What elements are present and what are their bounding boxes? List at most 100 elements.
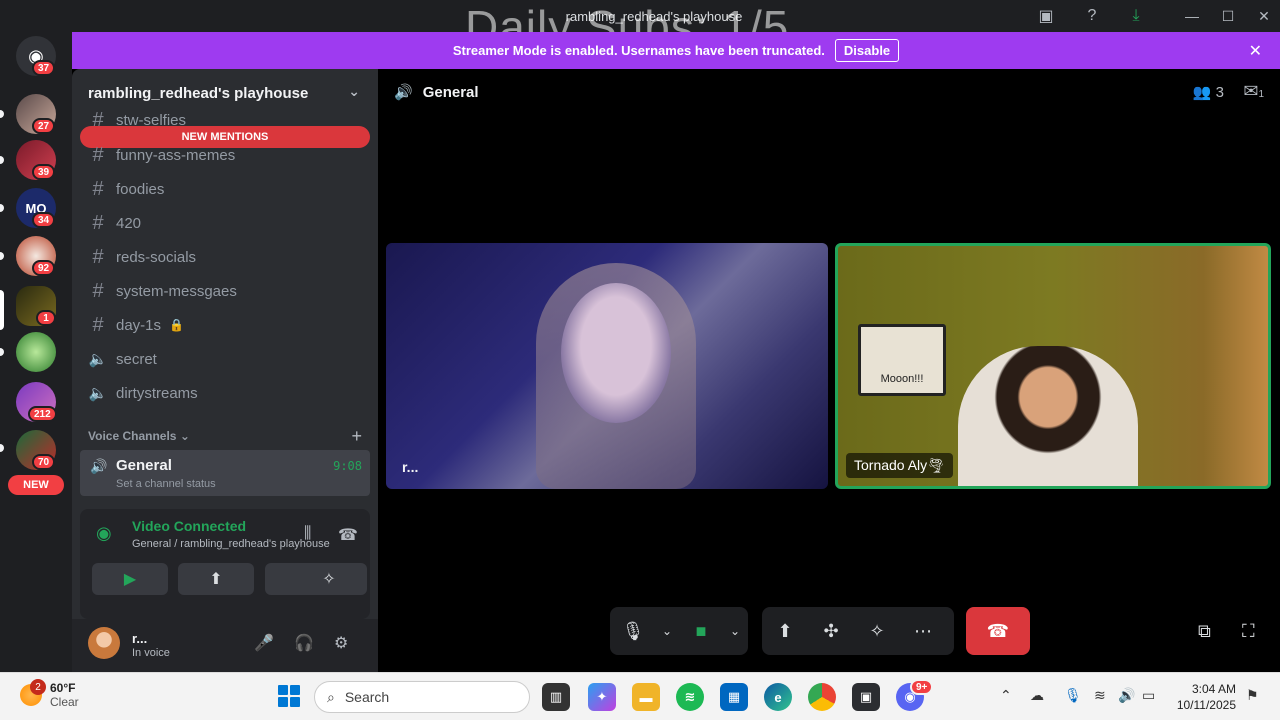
channel-name: day-1s [116, 316, 162, 334]
hash-icon: # [92, 313, 104, 336]
hang-up-button[interactable]: ☎ [966, 607, 1030, 655]
fullscreen-icon[interactable]: ⛶ [1242, 621, 1255, 642]
channel-item[interactable]: # system-messgaes [88, 276, 236, 306]
video-frame [561, 283, 671, 423]
title-bar: rambling_redhead's playhouse Daily Subs:… [0, 0, 1280, 53]
close-window-button[interactable]: ✕ [1249, 4, 1279, 28]
screen-share-button[interactable]: ⬆ [762, 608, 808, 654]
taskbar: 60°F Clear 2 ⌕ Search ▥ ✦ ▬ ≋ ▦ e ▣ ◉ 9+… [0, 672, 1280, 720]
battery-icon[interactable]: ▭ [1142, 687, 1155, 704]
chevron-up-icon[interactable]: ⌃ [1000, 687, 1012, 704]
screen-share-button[interactable]: ⬆ [178, 563, 254, 595]
add-channel-icon[interactable]: + [351, 426, 362, 447]
inbox-icon[interactable]: ✉1 [1243, 81, 1264, 102]
start-button[interactable] [278, 685, 300, 707]
channel-item[interactable]: # day-1s 🔒 [88, 310, 184, 340]
close-banner-icon[interactable]: ✕ [1249, 41, 1262, 61]
category-label: Voice Channels [88, 429, 177, 443]
connection-location[interactable]: General / rambling_redhead's playhouse [132, 538, 330, 550]
task-view-icon[interactable]: ▥ [542, 683, 570, 711]
activities-button[interactable]: ✣ [808, 608, 854, 654]
hash-icon: # [92, 279, 104, 302]
voice-connection-panel: ◉ Video Connected General / rambling_red… [80, 509, 370, 619]
copilot-icon[interactable]: ✦ [588, 683, 616, 711]
clock[interactable]: 3:04 AM 10/11/2025 [1177, 681, 1236, 713]
channel-item[interactable]: 🔈 secret [88, 344, 157, 374]
store-icon[interactable]: ▦ [720, 683, 748, 711]
onedrive-icon[interactable]: ☁ [1030, 687, 1044, 704]
camera-button[interactable]: ■ [678, 608, 724, 654]
speaker-icon: 🔈 [88, 385, 108, 402]
microphone-icon[interactable]: 🎤 [254, 633, 274, 653]
channel-status-prompt[interactable]: Set a channel status [116, 478, 216, 490]
channel-item[interactable]: # 420 [88, 208, 141, 238]
channel-item[interactable]: 🔈 dirtystreams [88, 378, 198, 408]
stream-preview-icon[interactable]: ▣ [1036, 6, 1056, 26]
voice-channel-general[interactable]: 🔊 General Set a channel status 9:08 [80, 450, 370, 496]
unread-pill [0, 156, 4, 164]
spotify-icon[interactable]: ≋ [676, 683, 704, 711]
disconnect-icon[interactable]: ☎ [338, 525, 358, 545]
edge-icon[interactable]: e [764, 683, 792, 711]
avatar[interactable] [88, 627, 120, 659]
chevron-down-icon[interactable]: ⌄ [656, 608, 678, 654]
temperature: 60°F [50, 681, 76, 695]
hash-icon: # [92, 211, 104, 234]
gear-icon[interactable]: ⚙ [334, 633, 348, 653]
tile-label: Tornado Aly🌪 [846, 453, 953, 478]
participants-button[interactable]: 👥 3 [1193, 83, 1224, 101]
channel-name: 420 [116, 214, 142, 232]
headphones-icon[interactable]: 🎧 [294, 633, 314, 653]
speaker-icon: 🔈 [88, 351, 108, 368]
call-header: 🔊 General [394, 83, 479, 102]
wifi-icon[interactable]: ≋ [1094, 687, 1106, 704]
microphone-button[interactable]: 🎙 [610, 608, 656, 654]
speaker-icon: 🔊 [90, 458, 108, 474]
voice-channels-category[interactable]: Voice Channels ⌄ [88, 429, 190, 443]
chevron-down-icon[interactable]: ⌄ [724, 608, 746, 654]
chrome-icon[interactable] [808, 683, 836, 711]
selected-pill [0, 290, 4, 330]
call-view: 🔊 General 👥 3 ✉1 r... Mooon!!! Tornado A… [378, 69, 1280, 672]
unread-pill [0, 204, 4, 212]
call-channel-name: General [422, 83, 479, 101]
channel-name: funny-ass-memes [116, 146, 236, 164]
soundboard-button[interactable]: ✧ [291, 563, 367, 595]
download-icon[interactable]: ⤓ [1126, 6, 1146, 26]
video-button[interactable]: ▶ [92, 563, 168, 595]
soundboard-button[interactable]: ✧ [854, 608, 900, 654]
channel-item[interactable]: # funny-ass-memes [88, 140, 235, 170]
weather-widget[interactable]: 60°F Clear [20, 681, 79, 709]
channel-item[interactable]: # foodies [88, 174, 164, 204]
disable-streamer-mode-button[interactable]: Disable [834, 39, 900, 62]
hash-icon: # [92, 143, 104, 166]
microphone-icon[interactable]: 🎙 [1064, 687, 1082, 704]
maximize-button[interactable]: ☐ [1213, 4, 1243, 28]
whiteboard: Mooon!!! [858, 324, 946, 396]
channel-name: dirtystreams [116, 384, 198, 402]
notification-icon[interactable]: ⚑ [1246, 687, 1259, 704]
noise-suppression-icon[interactable]: ⫼ [304, 525, 311, 543]
server-name: rambling_redhead's playhouse [88, 85, 309, 102]
server-badge-5: 1 [36, 310, 56, 326]
app-icon[interactable]: ▣ [852, 683, 880, 711]
lock-icon: 🔒 [169, 318, 184, 332]
server-icon-6[interactable] [16, 332, 56, 372]
file-explorer-icon[interactable]: ▬ [632, 683, 660, 711]
video-tile-speaking[interactable]: Mooon!!! Tornado Aly🌪 [835, 243, 1271, 489]
more-options-button[interactable]: ⋯ [900, 608, 946, 654]
server-badge-8: 70 [32, 454, 56, 470]
pop-out-icon[interactable]: ⧉ [1198, 621, 1211, 642]
unread-pill [0, 444, 4, 452]
weather-badge: 2 [30, 679, 46, 695]
video-tile[interactable]: r... [386, 243, 828, 489]
participant-count: 3 [1215, 84, 1224, 101]
search-box[interactable]: ⌕ Search [314, 681, 530, 713]
signal-icon[interactable]: ◉ [96, 523, 112, 544]
voice-channel-name: General [116, 457, 172, 474]
minimize-button[interactable]: — [1177, 4, 1207, 28]
help-icon[interactable]: ? [1082, 6, 1102, 26]
channel-item[interactable]: # reds-socials [88, 242, 196, 272]
volume-icon[interactable]: 🔊 [1118, 687, 1135, 704]
new-unreads-pill[interactable]: NEW [8, 475, 64, 495]
